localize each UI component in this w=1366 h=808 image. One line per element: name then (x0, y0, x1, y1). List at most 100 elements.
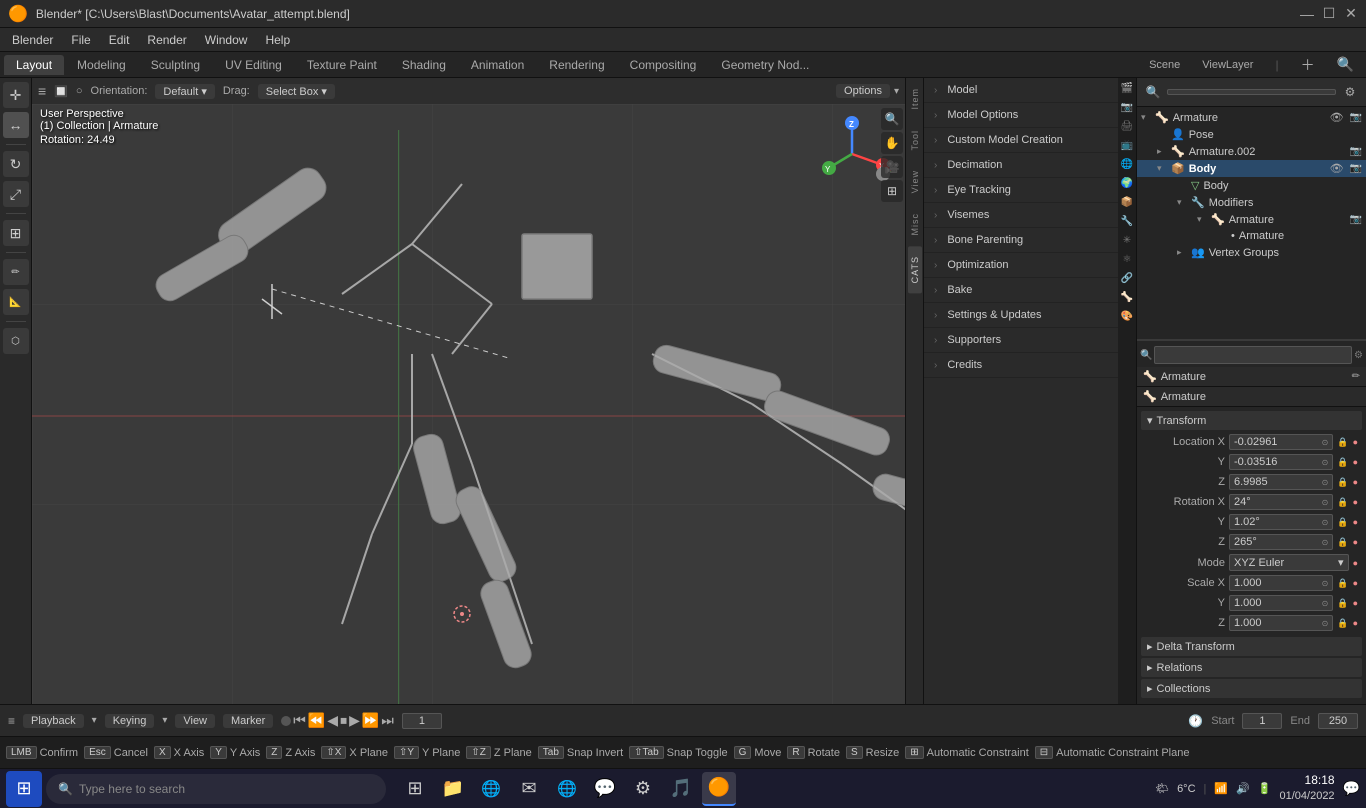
cats-menu-model[interactable]: › Model (924, 78, 1118, 103)
toolbar-measure-btn[interactable]: 📐 (3, 289, 29, 315)
rotation-z-value[interactable]: 265° ⊙ (1229, 534, 1333, 550)
tree-item-body[interactable]: ▾ 📦 Body 👁 📷 (1137, 160, 1366, 177)
props-render-icon[interactable]: 📷 (1119, 99, 1135, 115)
taskbar-app-explorer[interactable]: 📁 (436, 772, 470, 806)
menu-blender[interactable]: Blender (4, 31, 61, 49)
camera-icon[interactable]: 🎥 (881, 156, 903, 178)
viewport[interactable]: ≡ 🔲 ○ Orientation: Default ▾ Drag: Selec… (32, 78, 905, 704)
start-button[interactable]: ⊞ (6, 771, 42, 807)
scale-y-value[interactable]: 1.000 ⊙ (1229, 595, 1333, 611)
props-object-icon[interactable]: 📦 (1119, 194, 1135, 210)
jump-start-btn[interactable]: ⏮ (293, 712, 306, 729)
zoom-in-icon[interactable]: 🔍 (881, 108, 903, 130)
tree-item-armature-002[interactable]: ▸ 🦴 Armature.002 📷 (1137, 143, 1366, 160)
side-tab-item[interactable]: Item (908, 78, 922, 120)
taskbar-app-blender[interactable]: 🟠 (702, 772, 736, 806)
tab-geometry-nodes[interactable]: Geometry Nod... (709, 55, 821, 75)
side-tab-view[interactable]: View (908, 160, 922, 203)
viewport-menu-icon[interactable]: ≡ (38, 83, 46, 99)
taskbar-app-mail[interactable]: ✉ (512, 772, 546, 806)
clock[interactable]: 18:18 01/04/2022 (1280, 772, 1335, 804)
toolbar-annotate-btn[interactable]: ✏ (3, 259, 29, 285)
grid-icon[interactable]: ⊞ (881, 180, 903, 202)
properties-search-input[interactable] (1154, 346, 1352, 364)
armature-mod-camera-icon[interactable]: 📷 (1350, 214, 1362, 225)
current-frame-input[interactable]: 1 (402, 713, 442, 729)
taskbar-app-discord[interactable]: 💬 (588, 772, 622, 806)
menu-help[interactable]: Help (257, 31, 298, 49)
taskbar-search-bar[interactable]: 🔍 Type here to search (46, 774, 386, 804)
tree-item-modifiers[interactable]: ▾ 🔧 Modifiers (1137, 194, 1366, 211)
active-object-edit-icon[interactable]: ✏ (1352, 371, 1360, 382)
tab-texture-paint[interactable]: Texture Paint (295, 55, 389, 75)
tab-sculpting[interactable]: Sculpting (139, 55, 212, 75)
body-render-icon[interactable]: 📷 (1350, 163, 1362, 174)
tab-uv-editing[interactable]: UV Editing (213, 55, 294, 75)
cats-menu-model-options[interactable]: › Model Options (924, 103, 1118, 128)
props-physics-icon[interactable]: ⚛ (1119, 251, 1135, 267)
stop-btn[interactable]: ⏹ (340, 712, 347, 729)
side-tab-misc[interactable]: Misc (908, 203, 922, 246)
location-y-value[interactable]: -0.03516 ⊙ (1229, 454, 1333, 470)
props-data-icon[interactable]: 🦴 (1119, 289, 1135, 305)
props-view-layer-icon[interactable]: 📺 (1119, 137, 1135, 153)
tree-item-body-mesh[interactable]: ▽ Body (1137, 177, 1366, 194)
props-modifier-icon[interactable]: 🔧 (1119, 213, 1135, 229)
options-button[interactable]: Options (836, 84, 890, 98)
tab-layout[interactable]: Layout (4, 55, 64, 75)
props-material-icon[interactable]: 🎨 (1119, 308, 1135, 324)
options-chevron[interactable]: ▾ (894, 86, 899, 97)
cats-menu-settings-updates[interactable]: › Settings & Updates (924, 303, 1118, 328)
toolbar-add-btn[interactable]: ⬡ (3, 328, 29, 354)
close-button[interactable]: ✕ (1344, 7, 1358, 21)
tree-item-armature[interactable]: ▾ 🦴 Armature 👁 📷 (1137, 109, 1366, 126)
keying-btn[interactable]: Keying (105, 714, 155, 728)
cats-menu-decimation[interactable]: › Decimation (924, 153, 1118, 178)
toolbar-transform-btn[interactable]: ⊞ (3, 220, 29, 246)
cats-menu-bake[interactable]: › Bake (924, 278, 1118, 303)
taskbar-app-chrome[interactable]: 🌐 (550, 772, 584, 806)
props-options-btn[interactable]: ⚙ (1340, 82, 1360, 102)
side-tab-tool[interactable]: Tool (908, 120, 922, 161)
transform-section-header[interactable]: ▾ Transform (1141, 411, 1362, 430)
location-x-value[interactable]: -0.02961 ⊙ (1229, 434, 1333, 450)
play-btn[interactable]: ▶ (349, 712, 360, 729)
props-filter-btn[interactable]: 🔍 (1143, 82, 1163, 102)
toolbar-rotate-btn[interactable]: ↻ (3, 151, 29, 177)
cats-menu-bone-parenting[interactable]: › Bone Parenting (924, 228, 1118, 253)
cats-menu-visemes[interactable]: › Visemes (924, 203, 1118, 228)
rotation-y-value[interactable]: 1.02° ⊙ (1229, 514, 1333, 530)
taskbar-app-music[interactable]: 🎵 (664, 772, 698, 806)
armature-render-icon[interactable]: 📷 (1350, 112, 1362, 123)
start-frame-input[interactable]: 1 (1242, 713, 1282, 729)
tab-animation[interactable]: Animation (459, 55, 536, 75)
jump-end-btn[interactable]: ⏭ (381, 712, 394, 729)
orientation-selector[interactable]: Default ▾ (155, 84, 214, 99)
tree-item-pose[interactable]: 👤 Pose (1137, 126, 1366, 143)
props-search-field[interactable] (1167, 89, 1336, 95)
end-frame-input[interactable]: 250 (1318, 713, 1358, 729)
armature-eye-icon[interactable]: 👁 (1330, 111, 1344, 124)
tree-item-vertex-groups[interactable]: ▸ 👥 Vertex Groups (1137, 244, 1366, 261)
props-scene-icon[interactable]: 🎬 (1119, 80, 1135, 96)
taskbar-app-edge[interactable]: 🌐 (474, 772, 508, 806)
tree-item-armature-mod-sub[interactable]: • Armature (1137, 228, 1366, 244)
step-back-btn[interactable]: ⏪ (308, 712, 325, 729)
props-scene-settings-icon[interactable]: 🌐 (1119, 156, 1135, 172)
taskbar-app-task-view[interactable]: ⊞ (398, 772, 432, 806)
cats-menu-eye-tracking[interactable]: › Eye Tracking (924, 178, 1118, 203)
tab-shading[interactable]: Shading (390, 55, 458, 75)
scale-z-value[interactable]: 1.000 ⊙ (1229, 615, 1333, 631)
collections-header[interactable]: ▸ Collections (1141, 679, 1362, 698)
cats-menu-custom-model[interactable]: › Custom Model Creation (924, 128, 1118, 153)
maximize-button[interactable]: ☐ (1322, 7, 1336, 21)
delta-transform-header[interactable]: ▸ Delta Transform (1141, 637, 1362, 656)
body-eye-icon[interactable]: 👁 (1330, 162, 1344, 175)
mode-selector[interactable]: XYZ Euler ▾ (1229, 554, 1349, 571)
taskbar-app-settings[interactable]: ⚙ (626, 772, 660, 806)
marker-btn[interactable]: Marker (223, 714, 273, 728)
toolbar-move-btn[interactable]: ↔ (3, 112, 29, 138)
timeline-menu-icon[interactable]: ≡ (8, 714, 15, 728)
props-output-icon[interactable]: 🖨 (1119, 118, 1135, 134)
notification-icon[interactable]: 💬 (1343, 780, 1360, 797)
